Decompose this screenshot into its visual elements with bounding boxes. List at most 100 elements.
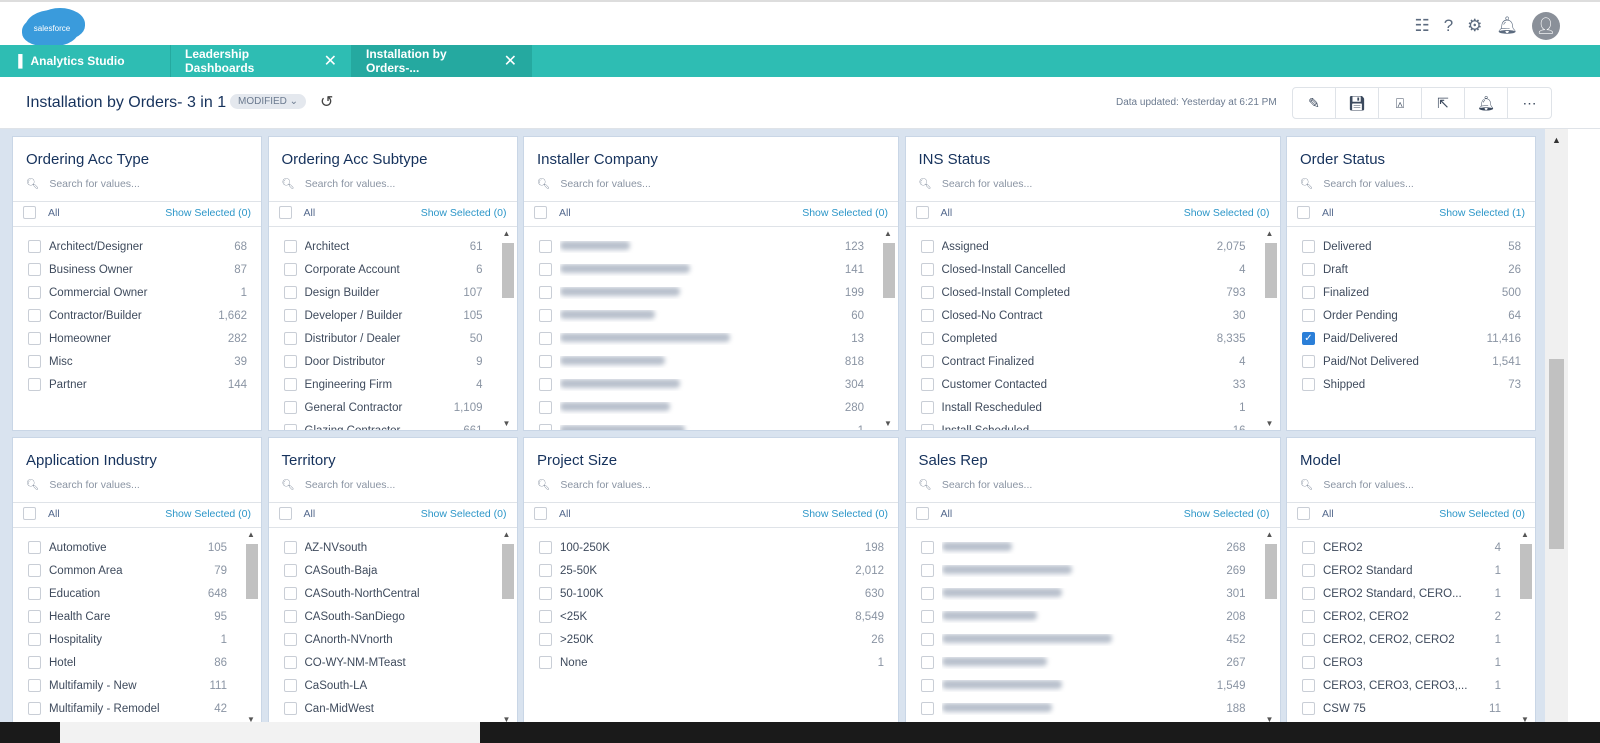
checkbox[interactable] bbox=[920, 401, 934, 414]
checkbox[interactable] bbox=[1302, 587, 1315, 600]
select-all-checkbox[interactable] bbox=[915, 206, 929, 219]
list-item[interactable]: Glazing Contractor 661 bbox=[269, 419, 517, 430]
select-all-checkbox[interactable] bbox=[278, 206, 292, 219]
list-item[interactable]: Completed 8,335 bbox=[906, 327, 1280, 350]
checkbox[interactable] bbox=[1302, 679, 1315, 692]
list-item[interactable]: Architect/Designer 68 bbox=[13, 235, 261, 258]
checkbox[interactable] bbox=[28, 309, 41, 322]
checkbox[interactable] bbox=[1302, 240, 1315, 253]
checkbox[interactable] bbox=[539, 424, 552, 430]
checkbox[interactable] bbox=[1302, 286, 1315, 299]
present-icon[interactable]: ⍓ bbox=[1379, 88, 1422, 118]
list-item[interactable]: Door Distributor 9 bbox=[269, 350, 517, 373]
notification-add-icon[interactable]: 🔔︎ bbox=[1465, 88, 1508, 118]
search-input[interactable]: 🔍︎ Search for values... bbox=[282, 478, 396, 492]
list-item[interactable]: Finalized 500 bbox=[1287, 281, 1535, 304]
panel-scrollbar[interactable]: ▲ ▼ bbox=[1261, 528, 1280, 722]
list-item[interactable]: 60 bbox=[524, 304, 898, 327]
list-item[interactable]: CASouth-SanDiego bbox=[269, 605, 517, 628]
checkbox[interactable] bbox=[539, 309, 552, 322]
checkbox[interactable] bbox=[539, 240, 552, 253]
more-icon[interactable]: ⋯ bbox=[1508, 88, 1551, 118]
checkbox[interactable] bbox=[283, 263, 297, 276]
list-item[interactable]: Assigned 2,075 bbox=[906, 235, 1280, 258]
checkbox[interactable] bbox=[1302, 378, 1315, 391]
list-item[interactable]: 100-250K 198 bbox=[524, 536, 898, 559]
list-item[interactable]: CERO3, CERO3, CERO3,... 1 bbox=[1287, 674, 1535, 697]
list-item[interactable]: Engineering Firm 4 bbox=[269, 373, 517, 396]
checkbox[interactable] bbox=[920, 309, 934, 322]
show-selected-link[interactable]: Show Selected (0) bbox=[1439, 508, 1525, 520]
list-item[interactable]: CO-WY-NM-MTeast bbox=[269, 651, 517, 674]
checkbox[interactable] bbox=[283, 286, 297, 299]
search-input[interactable]: 🔍︎ Search for values... bbox=[537, 177, 651, 191]
list-item[interactable]: 818 bbox=[524, 350, 898, 373]
list-item[interactable]: Draft 26 bbox=[1287, 258, 1535, 281]
checkbox[interactable] bbox=[539, 633, 552, 646]
list-item[interactable]: 268 bbox=[906, 536, 1280, 559]
save-icon[interactable]: 💾︎ bbox=[1336, 88, 1379, 118]
checkbox[interactable] bbox=[539, 656, 552, 669]
list-item[interactable]: Shipped 73 bbox=[1287, 373, 1535, 396]
checkbox[interactable] bbox=[920, 564, 934, 577]
checkbox[interactable] bbox=[283, 240, 297, 253]
checkbox[interactable] bbox=[283, 679, 297, 692]
list-item[interactable]: 50-100K 630 bbox=[524, 582, 898, 605]
salesforce-logo[interactable]: salesforce bbox=[25, 10, 79, 46]
list-item[interactable]: 269 bbox=[906, 559, 1280, 582]
checkbox[interactable] bbox=[920, 610, 934, 623]
checkbox[interactable] bbox=[920, 679, 934, 692]
close-icon[interactable]: ✕ bbox=[504, 51, 517, 71]
list-item[interactable]: 199 bbox=[524, 281, 898, 304]
list-item[interactable]: ✓ Paid/Delivered 11,416 bbox=[1287, 327, 1535, 350]
list-item[interactable]: Common Area 79 bbox=[13, 559, 261, 582]
checkbox[interactable] bbox=[283, 564, 297, 577]
list-item[interactable]: CERO2 4 bbox=[1287, 536, 1535, 559]
panel-scrollbar[interactable]: ▲ ▼ bbox=[1517, 528, 1535, 722]
list-item[interactable]: 208 bbox=[906, 605, 1280, 628]
select-all-checkbox[interactable] bbox=[278, 507, 292, 520]
checkbox[interactable] bbox=[539, 564, 552, 577]
list-item[interactable]: Can-MidWest bbox=[269, 697, 517, 720]
search-input[interactable]: 🔍︎ Search for values... bbox=[919, 478, 1033, 492]
checkbox[interactable] bbox=[920, 702, 934, 715]
checkbox[interactable] bbox=[920, 240, 934, 253]
list-item[interactable]: 141 bbox=[524, 258, 898, 281]
list-item[interactable]: CASouth-Baja bbox=[269, 559, 517, 582]
select-all-checkbox[interactable] bbox=[23, 206, 36, 219]
tab-leadership-dashboards[interactable]: Leadership Dashboards ✕ bbox=[171, 45, 352, 77]
list-item[interactable]: Business Owner 87 bbox=[13, 258, 261, 281]
checkbox[interactable] bbox=[920, 355, 934, 368]
list-item[interactable]: >250K 26 bbox=[524, 628, 898, 651]
list-item[interactable]: 452 bbox=[906, 628, 1280, 651]
checkbox[interactable] bbox=[1302, 702, 1315, 715]
checkbox[interactable] bbox=[1302, 656, 1315, 669]
tab-analytics-studio[interactable]: ▐ Analytics Studio bbox=[0, 45, 171, 77]
checkbox[interactable] bbox=[283, 401, 297, 414]
list-item[interactable]: None 1 bbox=[524, 651, 898, 674]
list-item[interactable]: <25K 8,549 bbox=[524, 605, 898, 628]
panel-scrollbar[interactable]: ▲ ▼ bbox=[880, 227, 898, 430]
list-item[interactable]: Closed-No Contract 30 bbox=[906, 304, 1280, 327]
show-selected-link[interactable]: Show Selected (0) bbox=[421, 207, 507, 219]
list-item[interactable]: Contract Finalized 4 bbox=[906, 350, 1280, 373]
search-input[interactable]: 🔍︎ Search for values... bbox=[919, 177, 1033, 191]
bell-icon[interactable]: 🔔︎ bbox=[1496, 16, 1518, 36]
list-item[interactable]: CAnorth-NVnorth bbox=[269, 628, 517, 651]
checkbox[interactable] bbox=[920, 424, 934, 430]
checkbox[interactable] bbox=[283, 355, 297, 368]
select-all-checkbox[interactable] bbox=[1297, 507, 1310, 520]
list-item[interactable]: 301 bbox=[906, 582, 1280, 605]
list-item[interactable]: Distributor / Dealer 50 bbox=[269, 327, 517, 350]
checkbox[interactable] bbox=[28, 679, 41, 692]
show-selected-link[interactable]: Show Selected (0) bbox=[165, 508, 251, 520]
avatar[interactable]: 👤︎ bbox=[1532, 12, 1560, 40]
checkbox[interactable] bbox=[28, 633, 41, 646]
list-item[interactable]: Hotel 86 bbox=[13, 651, 261, 674]
checkbox[interactable] bbox=[920, 378, 934, 391]
panel-scrollbar[interactable]: ▲ ▼ bbox=[498, 227, 517, 430]
list-item[interactable]: CERO2 Standard, CERO... 1 bbox=[1287, 582, 1535, 605]
checkbox[interactable] bbox=[283, 610, 297, 623]
list-item[interactable]: CERO2 Standard 1 bbox=[1287, 559, 1535, 582]
list-item[interactable]: Corporate Account 6 bbox=[269, 258, 517, 281]
